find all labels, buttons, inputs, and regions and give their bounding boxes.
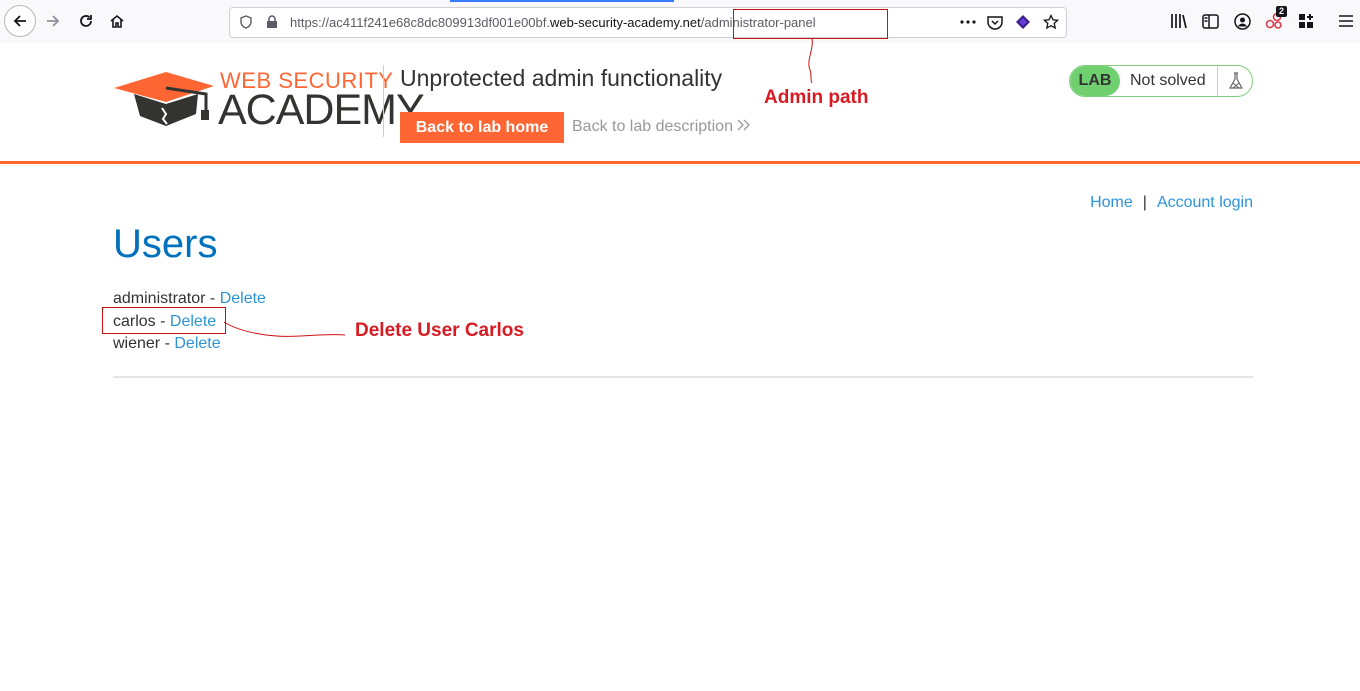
admin-path-annotation: Admin path [764,87,869,108]
delete-carlos-annotation: Delete User Carlos [355,320,524,341]
annotation-connectors [223,37,813,337]
